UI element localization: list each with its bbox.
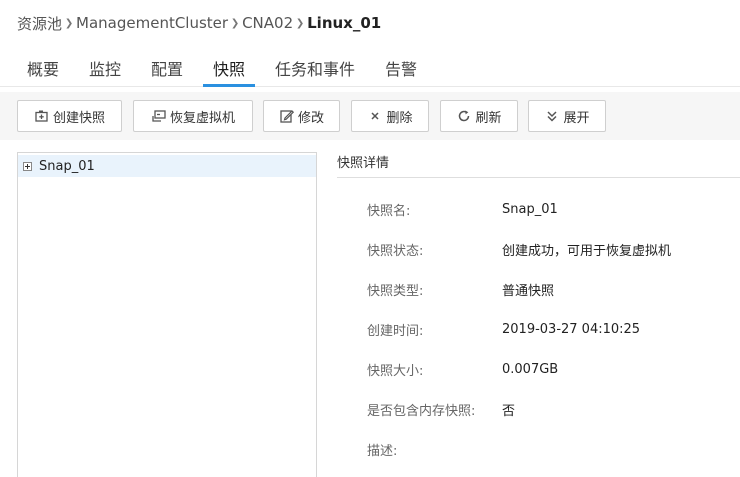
tab-alarms[interactable]: 告警: [375, 55, 427, 87]
expand-chevrons-icon: [544, 108, 560, 124]
detail-value: Snap_01: [502, 201, 558, 217]
tree-item-label: Snap_01: [39, 158, 95, 174]
detail-label: 快照状态:: [367, 243, 424, 259]
tree-item-snapshot[interactable]: Snap_01: [18, 155, 316, 177]
detail-row-type: 快照类型: 普通快照: [367, 279, 554, 299]
refresh-icon: [456, 108, 472, 124]
detail-value: 普通快照: [502, 283, 555, 299]
tab-overview[interactable]: 概要: [17, 55, 69, 87]
tab-tasks-events[interactable]: 任务和事件: [265, 55, 365, 87]
detail-row-status: 快照状态: 创建成功，可用于恢复虚拟机: [367, 239, 671, 259]
detail-label: 快照类型:: [367, 283, 424, 299]
breadcrumb-separator-icon: ❯: [230, 17, 240, 29]
detail-row-description: 描述:: [367, 439, 502, 459]
close-icon: [367, 108, 383, 124]
expand-label: 展开: [563, 110, 590, 126]
detail-value: 否: [502, 403, 516, 419]
detail-value: 创建成功，可用于恢复虚拟机: [502, 243, 672, 259]
snapshot-tree: Snap_01: [17, 152, 317, 477]
breadcrumb-separator-icon: ❯: [64, 17, 74, 29]
create-snapshot-button[interactable]: 创建快照: [17, 100, 122, 132]
delete-label: 删除: [386, 110, 413, 126]
detail-row-memory-snapshot: 是否包含内存快照: 否: [367, 399, 515, 419]
restore-vm-label: 恢复虚拟机: [169, 110, 235, 126]
details-divider: [337, 177, 740, 178]
breadcrumb-item-cluster[interactable]: ManagementCluster: [76, 14, 228, 32]
breadcrumb-current-vm: Linux_01: [307, 14, 382, 32]
edit-label: 修改: [297, 110, 324, 126]
detail-label: 创建时间:: [367, 323, 424, 339]
edit-button[interactable]: 修改: [263, 100, 340, 132]
breadcrumb: 资源池 ❯ ManagementCluster ❯ CNA02 ❯ Linux_…: [17, 12, 381, 34]
breadcrumb-item-resource-pool[interactable]: 资源池: [17, 13, 62, 34]
detail-row-name: 快照名: Snap_01: [367, 199, 558, 219]
refresh-button[interactable]: 刷新: [440, 100, 518, 132]
tab-monitor[interactable]: 监控: [79, 55, 131, 87]
snapshot-details-title: 快照详情: [337, 156, 390, 171]
restore-vm-button[interactable]: 恢复虚拟机: [133, 100, 253, 132]
detail-label: 是否包含内存快照:: [367, 403, 476, 419]
detail-label: 描述:: [367, 443, 398, 459]
edit-icon: [279, 108, 295, 124]
expand-button[interactable]: 展开: [528, 100, 606, 132]
breadcrumb-separator-icon: ❯: [295, 17, 305, 29]
tree-expander-icon[interactable]: [23, 161, 32, 171]
refresh-label: 刷新: [475, 110, 502, 126]
tab-snapshot[interactable]: 快照: [203, 55, 255, 87]
tab-bar: 概要 监控 配置 快照 任务和事件 告警: [0, 55, 740, 87]
detail-row-size: 快照大小: 0.007GB: [367, 359, 558, 379]
create-snapshot-label: 创建快照: [52, 110, 105, 126]
camera-plus-icon: [34, 108, 50, 124]
detail-row-created-time: 创建时间: 2019-03-27 04:10:25: [367, 319, 640, 339]
detail-label: 快照名:: [367, 203, 411, 219]
delete-button[interactable]: 删除: [351, 100, 429, 132]
restore-vm-icon: [151, 108, 167, 124]
detail-label: 快照大小:: [367, 363, 424, 379]
detail-value: 0.007GB: [502, 361, 559, 377]
breadcrumb-item-host[interactable]: CNA02: [242, 14, 293, 32]
detail-value: 2019-03-27 04:10:25: [502, 321, 641, 337]
tab-configuration[interactable]: 配置: [141, 55, 193, 87]
